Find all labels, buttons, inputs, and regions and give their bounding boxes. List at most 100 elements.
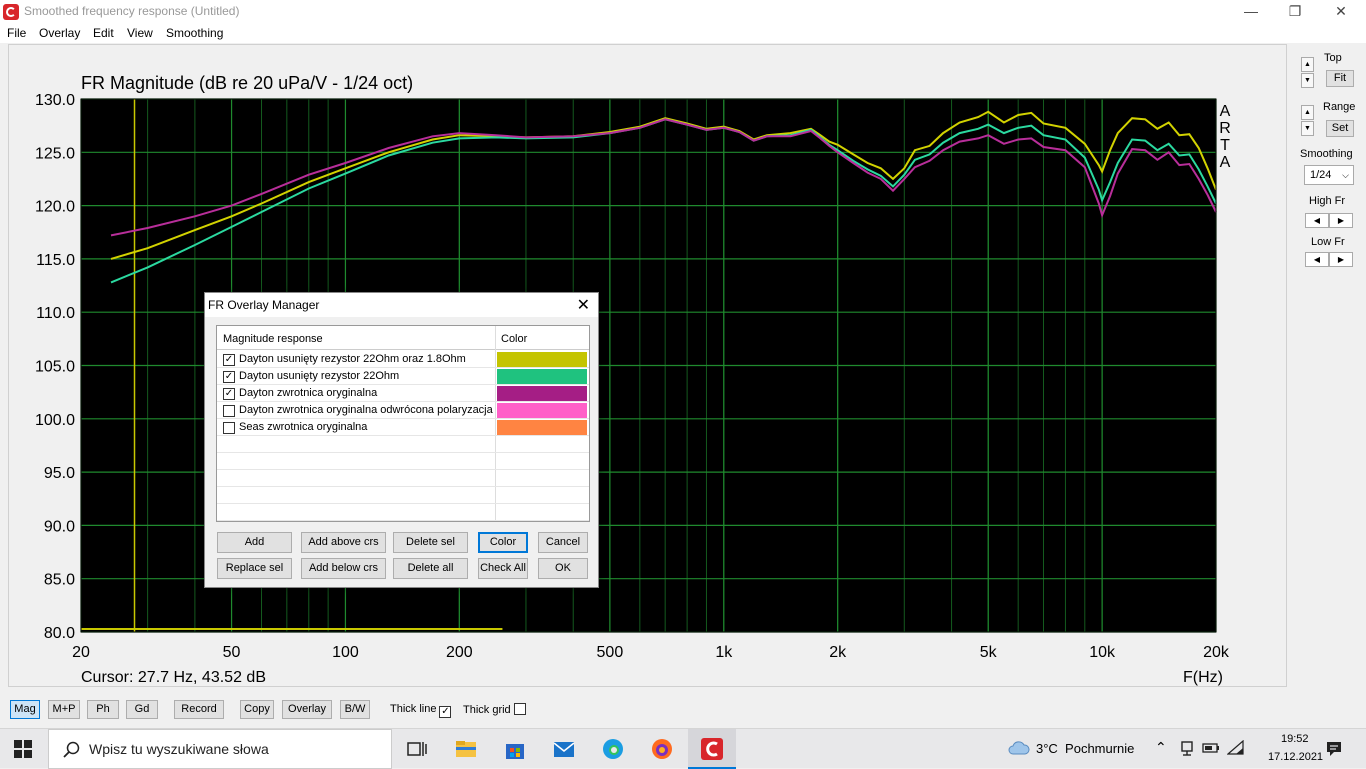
replace-sel-button[interactable]: Replace sel [217, 558, 292, 579]
chevron-up-icon[interactable]: ⌃ [1155, 739, 1167, 756]
overlay-row[interactable]: ✓ Dayton usunięty rezystor 22Ohm [217, 368, 589, 385]
microsoft-store-icon[interactable] [503, 737, 527, 761]
weather-text[interactable]: 3°C Pochmurnie [1036, 741, 1134, 756]
high-fr-label: High Fr [1309, 195, 1346, 207]
overlay-checkbox[interactable] [223, 405, 235, 417]
x-tick-label: 2k [829, 644, 847, 661]
overlay-row[interactable]: Dayton zwrotnica oryginalna odwrócona po… [217, 402, 589, 419]
delete-all-button[interactable]: Delete all [393, 558, 468, 579]
y-tick-label: 130.0 [35, 92, 75, 109]
minimize-icon[interactable]: — [1228, 0, 1274, 23]
low-fr-right-icon[interactable]: ▶ [1329, 252, 1353, 267]
range-up-spinner[interactable]: ▲ [1301, 105, 1314, 120]
wifi-icon[interactable] [1227, 740, 1245, 756]
thick-grid-check[interactable] [513, 703, 526, 715]
overlay-row[interactable]: ✓ Dayton zwrotnica oryginalna [217, 385, 589, 402]
firefox-icon[interactable] [650, 737, 674, 761]
battery-icon[interactable] [1202, 741, 1220, 755]
x-tick-label: 200 [446, 644, 473, 661]
file-explorer-icon[interactable] [454, 737, 478, 761]
low-fr-arrows: ◀ ▶ [1305, 252, 1353, 267]
y-tick-label: 110.0 [36, 305, 75, 322]
menu-bar: File Overlay Edit View Smoothing [0, 23, 1366, 43]
gd-button[interactable]: Gd [126, 700, 158, 719]
copy-button[interactable]: Copy [240, 700, 274, 719]
menu-overlay[interactable]: Overlay [39, 26, 80, 40]
bw-button[interactable]: B/W [340, 700, 370, 719]
overlay-checkbox[interactable]: ✓ [223, 371, 235, 383]
fr-overlay-manager-dialog: FR Overlay Manager ✕ Magnitude response … [204, 292, 599, 588]
overlay-color-swatch[interactable] [497, 403, 587, 418]
edge-browser-icon[interactable] [601, 737, 625, 761]
frequency-response-chart[interactable]: 20 50 100 200 500 1k 2k 5k 10k 20k 130.0 125.0 120.0… [9, 45, 1288, 688]
x-tick-label: 50 [223, 644, 241, 661]
clock-time[interactable]: 19:52 [1281, 733, 1309, 745]
menu-view[interactable]: View [127, 26, 153, 40]
add-below-crs-button[interactable]: Add below crs [301, 558, 386, 579]
menu-smoothing[interactable]: Smoothing [166, 26, 223, 40]
y-tick-label: 95.0 [44, 465, 75, 482]
arta-watermark-letter: R [1219, 120, 1231, 137]
overlay-row [217, 487, 589, 504]
notifications-icon[interactable] [1325, 740, 1343, 758]
y-tick-label: 125.0 [35, 145, 75, 162]
column-header-response[interactable]: Magnitude response [223, 333, 323, 345]
dialog-title: FR Overlay Manager [208, 298, 320, 312]
arta-watermark-letter: A [1220, 154, 1231, 171]
x-tick-label: 100 [332, 644, 359, 661]
thick-line-checkbox[interactable]: Thick line ✓ [390, 703, 452, 718]
taskbar-search-box[interactable]: Wpisz tu wyszukiwane słowa [48, 729, 392, 769]
chevron-down-icon: ⌵ [1342, 170, 1349, 180]
set-button[interactable]: Set [1326, 120, 1354, 137]
y-tick-label: 105.0 [35, 359, 75, 376]
close-icon[interactable]: ✕ [1318, 0, 1364, 23]
delete-sel-button[interactable]: Delete sel [393, 532, 468, 553]
windows-start-icon[interactable] [14, 740, 32, 758]
thick-grid-checkbox[interactable]: Thick grid [463, 703, 526, 716]
menu-edit[interactable]: Edit [93, 26, 114, 40]
overlay-color-swatch[interactable] [497, 369, 587, 384]
record-button[interactable]: Record [174, 700, 224, 719]
mail-icon[interactable] [552, 737, 576, 761]
ph-button[interactable]: Ph [87, 700, 119, 719]
task-view-icon[interactable] [405, 737, 429, 761]
restore-icon[interactable]: ❐ [1272, 0, 1318, 23]
mag-button[interactable]: Mag [10, 700, 40, 719]
low-fr-left-icon[interactable]: ◀ [1305, 252, 1329, 267]
arta-icon [701, 738, 723, 760]
thick-line-check[interactable]: ✓ [439, 706, 452, 718]
arta-taskbar-item[interactable] [688, 729, 736, 769]
cancel-button[interactable]: Cancel [538, 532, 588, 553]
overlay-color-swatch[interactable] [497, 420, 587, 435]
menu-file[interactable]: File [7, 26, 26, 40]
color-button[interactable]: Color [478, 532, 528, 553]
add-button[interactable]: Add [217, 532, 292, 553]
top-up-spinner[interactable]: ▲ [1301, 57, 1314, 72]
clock-date[interactable]: 17.12.2021 [1268, 751, 1323, 763]
fit-button[interactable]: Fit [1326, 70, 1354, 87]
smoothing-select[interactable]: 1/24 ⌵ [1304, 165, 1354, 185]
overlay-row[interactable]: Seas zwrotnica oryginalna [217, 419, 589, 436]
overlay-checkbox[interactable]: ✓ [223, 354, 235, 366]
y-tick-label: 85.0 [44, 572, 75, 589]
window-title: Smoothed frequency response (Untitled) [24, 4, 240, 18]
overlay-color-swatch[interactable] [497, 352, 587, 367]
overlay-checkbox[interactable] [223, 422, 235, 434]
cloud-icon[interactable] [1008, 740, 1030, 756]
network-drive-icon[interactable] [1180, 740, 1194, 756]
dialog-close-icon[interactable]: ✕ [577, 295, 590, 315]
add-above-crs-button[interactable]: Add above crs [301, 532, 386, 553]
overlay-checkbox[interactable]: ✓ [223, 388, 235, 400]
overlay-color-swatch[interactable] [497, 386, 587, 401]
ok-button[interactable]: OK [538, 558, 588, 579]
mp-button[interactable]: M+P [48, 700, 80, 719]
overlay-button[interactable]: Overlay [282, 700, 332, 719]
top-label: Top [1324, 52, 1342, 64]
high-fr-right-icon[interactable]: ▶ [1329, 213, 1353, 228]
top-down-spinner[interactable]: ▼ [1301, 73, 1314, 88]
overlay-row[interactable]: ✓ Dayton usunięty rezystor 22Ohm oraz 1.8… [217, 351, 589, 368]
check-all-button[interactable]: Check All [478, 558, 528, 579]
range-down-spinner[interactable]: ▼ [1301, 121, 1314, 136]
column-header-color[interactable]: Color [501, 333, 527, 345]
high-fr-left-icon[interactable]: ◀ [1305, 213, 1329, 228]
